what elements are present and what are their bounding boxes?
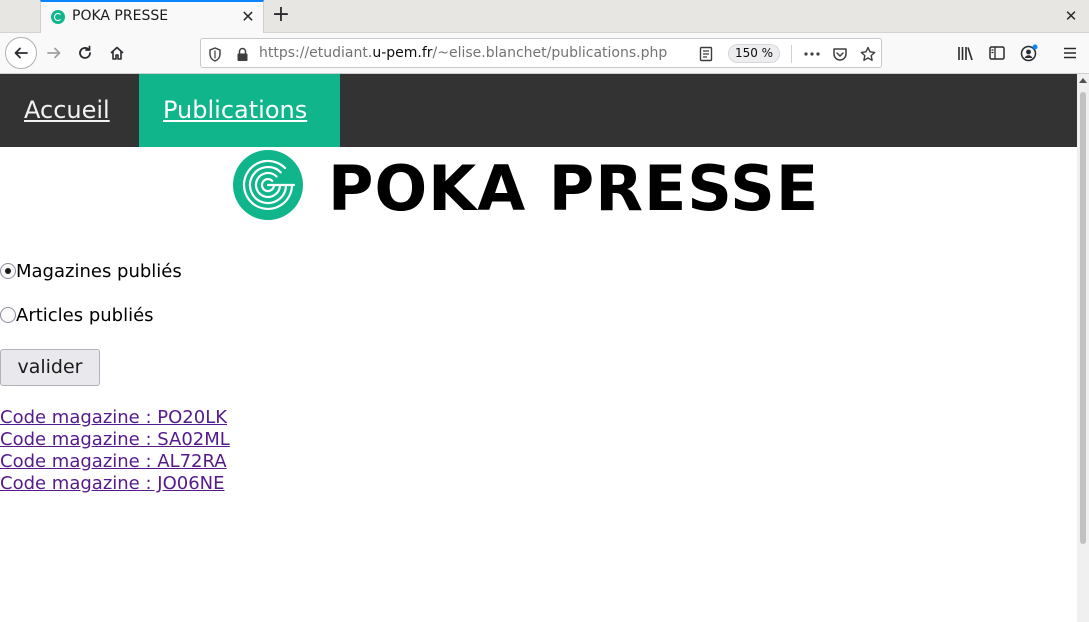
- radio-option-articles[interactable]: Articles publiés: [0, 304, 154, 326]
- forward-button[interactable]: [39, 38, 69, 68]
- nav-link-publications[interactable]: Publications: [139, 74, 340, 147]
- magazine-link[interactable]: Code magazine : JO06NE: [0, 473, 230, 495]
- radio-magazines[interactable]: [0, 263, 16, 279]
- reload-icon: [79, 45, 91, 59]
- account-icon: [1020, 44, 1038, 62]
- account-button[interactable]: [1014, 38, 1044, 68]
- web-page: Accueil Publications POKA PRESSE Magazin…: [0, 74, 1077, 622]
- radio-articles[interactable]: [0, 307, 16, 323]
- site-title: POKA PRESSE: [328, 152, 820, 225]
- radio-label-magazines: Magazines publiés: [16, 260, 182, 282]
- browser-tab[interactable]: POKA PRESSE ✕: [40, 0, 264, 33]
- app-menu-button[interactable]: [1055, 38, 1085, 68]
- window-close-button[interactable]: ✕: [1060, 5, 1082, 27]
- url-text[interactable]: https://etudiant.u-pem.fr/~elise.blanche…: [259, 45, 667, 61]
- reload-button[interactable]: [70, 38, 100, 68]
- library-icon: [957, 46, 973, 60]
- menu-icon: [1064, 47, 1076, 59]
- magazine-link[interactable]: Code magazine : AL72RA: [0, 451, 230, 473]
- navigation-toolbar: https://etudiant.u-pem.fr/~elise.blanche…: [0, 33, 1089, 74]
- reader-view-icon[interactable]: [697, 45, 715, 63]
- library-button[interactable]: [950, 38, 980, 68]
- magazine-list: Code magazine : PO20LK Code magazine : S…: [0, 407, 230, 495]
- page-scrollbar[interactable]: [1077, 74, 1089, 622]
- pocket-icon[interactable]: [831, 45, 849, 63]
- sidebar-button[interactable]: [982, 38, 1012, 68]
- url-bar[interactable]: https://etudiant.u-pem.fr/~elise.blanche…: [200, 38, 882, 68]
- home-icon: [110, 46, 124, 60]
- forward-arrow-icon: [47, 47, 61, 59]
- urlbar-divider: [791, 45, 792, 63]
- radio-option-magazines[interactable]: Magazines publiés: [0, 260, 182, 282]
- site-navigation: Accueil Publications: [0, 74, 1077, 147]
- zoom-level-badge[interactable]: 150 %: [728, 44, 780, 63]
- scrollbar-thumb[interactable]: [1080, 92, 1086, 544]
- radio-label-articles: Articles publiés: [16, 304, 154, 326]
- new-tab-button[interactable]: +: [268, 3, 294, 29]
- lock-icon[interactable]: [233, 45, 251, 63]
- magazine-link[interactable]: Code magazine : SA02ML: [0, 429, 230, 451]
- site-favicon-icon: [51, 10, 65, 24]
- tab-bar: POKA PRESSE ✕ + ✕: [0, 0, 1089, 33]
- more-icon[interactable]: [803, 45, 821, 63]
- tab-title: POKA PRESSE: [72, 8, 169, 24]
- shield-icon[interactable]: [206, 45, 224, 63]
- poka-presse-logo-icon: [233, 150, 303, 220]
- submit-button[interactable]: valider: [0, 349, 100, 386]
- sidebar-icon: [989, 46, 1005, 60]
- star-icon[interactable]: [859, 45, 877, 63]
- back-button[interactable]: [5, 37, 37, 69]
- home-button[interactable]: [102, 38, 132, 68]
- nav-link-accueil[interactable]: Accueil: [0, 74, 139, 147]
- magazine-link[interactable]: Code magazine : PO20LK: [0, 407, 230, 429]
- tab-close-icon[interactable]: ✕: [239, 8, 257, 26]
- scroll-up-arrow-icon[interactable]: [1079, 78, 1087, 83]
- back-arrow-icon: [14, 47, 28, 59]
